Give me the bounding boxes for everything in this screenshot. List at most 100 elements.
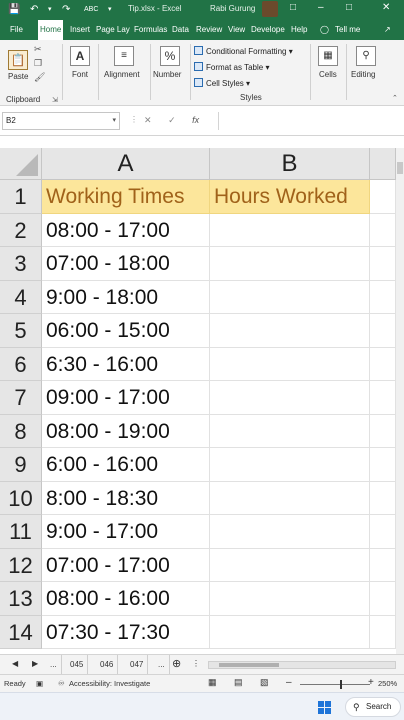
tab-view[interactable]: View: [226, 20, 247, 40]
format-painter-icon[interactable]: 🖌: [34, 72, 45, 83]
save-icon[interactable]: 💾: [8, 3, 20, 17]
tab-review[interactable]: Review: [194, 20, 224, 40]
macro-record-icon[interactable]: ▣: [36, 679, 43, 688]
cell-hours-worked[interactable]: [210, 213, 370, 247]
cell-working-time[interactable]: 08:00 - 19:00: [42, 414, 210, 448]
select-all-corner[interactable]: [0, 148, 42, 180]
row-header[interactable]: 1: [0, 180, 42, 214]
cell-c[interactable]: [370, 548, 396, 582]
undo-dropdown-icon[interactable]: ▾: [48, 3, 52, 17]
column-header-b[interactable]: B: [210, 148, 370, 180]
row-header[interactable]: 13: [0, 582, 42, 616]
insert-function-icon[interactable]: fx: [192, 115, 199, 125]
cell-c[interactable]: [370, 280, 396, 314]
cell-hours-worked[interactable]: [210, 247, 370, 281]
cell-hours-worked[interactable]: [210, 314, 370, 348]
cell-c[interactable]: [370, 347, 396, 381]
cell-hours-worked[interactable]: [210, 548, 370, 582]
name-box[interactable]: B2 ▾: [2, 112, 120, 130]
cancel-icon[interactable]: ✕: [144, 115, 152, 125]
sheet-tab-047[interactable]: 047: [126, 655, 149, 674]
row-header[interactable]: 6: [0, 347, 42, 381]
cell-c[interactable]: [370, 414, 396, 448]
number-label[interactable]: Number: [153, 70, 181, 79]
cell-hours-worked[interactable]: [210, 381, 370, 415]
row-header[interactable]: 12: [0, 548, 42, 582]
cells-label[interactable]: Cells: [319, 70, 337, 79]
column-header-c[interactable]: [370, 148, 396, 180]
windows-start-icon[interactable]: [318, 701, 331, 714]
cell-working-time[interactable]: 07:00 - 18:00: [42, 247, 210, 281]
cell-hours-worked[interactable]: [210, 448, 370, 482]
tab-insert[interactable]: Insert: [68, 20, 92, 40]
cell-working-time[interactable]: 06:00 - 15:00: [42, 314, 210, 348]
enter-icon[interactable]: ✓: [168, 115, 176, 125]
cell-hours-worked[interactable]: [210, 280, 370, 314]
cell-working-time[interactable]: 08:00 - 16:00: [42, 582, 210, 616]
column-header-a[interactable]: A: [42, 148, 210, 180]
percent-icon[interactable]: %: [160, 46, 180, 66]
copy-icon[interactable]: ❐: [34, 58, 42, 69]
cell-working-time[interactable]: 9:00 - 18:00: [42, 280, 210, 314]
font-label[interactable]: Font: [72, 70, 88, 79]
cell-hours-worked[interactable]: [210, 615, 370, 649]
sheet-tab-045[interactable]: 045: [66, 655, 89, 674]
customize-toolbar-icon[interactable]: ▾: [108, 3, 112, 17]
header-cell-working-times[interactable]: Working Times: [42, 180, 210, 214]
cell-working-time[interactable]: 07:30 - 17:30: [42, 615, 210, 649]
search-icon[interactable]: ⚲: [356, 46, 376, 66]
tab-file[interactable]: File: [8, 20, 25, 40]
alignment-icon[interactable]: ≡: [114, 46, 134, 66]
conditional-formatting-button[interactable]: Conditional Formatting ▾: [194, 46, 293, 56]
vertical-scrollbar[interactable]: [396, 148, 404, 654]
tab-formulas[interactable]: Formulas: [132, 20, 168, 40]
ribbon-display-icon[interactable]: □: [290, 2, 296, 13]
row-header[interactable]: 10: [0, 481, 42, 515]
tab-data[interactable]: Data: [170, 20, 191, 40]
paste-icon[interactable]: 📋: [8, 50, 28, 70]
cell-working-time[interactable]: 09:00 - 17:00: [42, 381, 210, 415]
prev-sheet-icon[interactable]: ◀: [12, 659, 18, 668]
row-header[interactable]: 14: [0, 615, 42, 649]
cell-c[interactable]: [370, 515, 396, 549]
horizontal-scrollbar[interactable]: [208, 661, 396, 669]
normal-view-icon[interactable]: ▦: [208, 677, 217, 688]
zoom-in-icon[interactable]: +: [368, 677, 374, 688]
cell-working-time[interactable]: 08:00 - 17:00: [42, 213, 210, 247]
scroll-thumb[interactable]: [219, 663, 279, 667]
font-icon[interactable]: A: [70, 46, 90, 66]
row-header[interactable]: 8: [0, 414, 42, 448]
minimize-icon[interactable]: –: [318, 2, 324, 13]
taskbar-search[interactable]: ⚲ Search: [345, 697, 401, 717]
undo-icon[interactable]: ↶: [30, 3, 38, 17]
cell-hours-worked[interactable]: [210, 414, 370, 448]
cells-icon[interactable]: ▦: [318, 46, 338, 66]
cell-c[interactable]: [370, 448, 396, 482]
cell-c[interactable]: [370, 213, 396, 247]
editing-label[interactable]: Editing: [351, 70, 375, 79]
cell-working-time[interactable]: 07:00 - 17:00: [42, 548, 210, 582]
row-header[interactable]: 2: [0, 213, 42, 247]
sheet-tab-more-right[interactable]: ...: [154, 655, 170, 674]
cut-icon[interactable]: ✂: [34, 44, 42, 55]
row-header[interactable]: 3: [0, 247, 42, 281]
tab-help[interactable]: Help: [289, 20, 309, 40]
row-header[interactable]: 11: [0, 515, 42, 549]
close-icon[interactable]: ✕: [382, 2, 390, 13]
next-sheet-icon[interactable]: ▶: [32, 659, 38, 668]
row-header[interactable]: 7: [0, 381, 42, 415]
page-layout-view-icon[interactable]: ▤: [234, 677, 243, 688]
share-icon[interactable]: ↗: [382, 20, 393, 40]
tab-page-layout[interactable]: Page Lay: [94, 20, 132, 40]
spelling-icon[interactable]: ABC: [84, 3, 98, 17]
cell-c[interactable]: [370, 247, 396, 281]
format-as-table-button[interactable]: Format as Table ▾: [194, 62, 269, 72]
sheet-tab-more[interactable]: ...: [46, 655, 62, 674]
user-name[interactable]: Rabi Gurung: [210, 4, 255, 13]
formula-input[interactable]: [218, 112, 404, 130]
zoom-level[interactable]: 250%: [378, 679, 397, 688]
tell-me-box[interactable]: Tell me: [333, 20, 362, 40]
dialog-launcher-icon[interactable]: ⇲: [52, 96, 58, 104]
cell-hours-worked[interactable]: [210, 347, 370, 381]
sheet-tab-046[interactable]: 046: [96, 655, 119, 674]
